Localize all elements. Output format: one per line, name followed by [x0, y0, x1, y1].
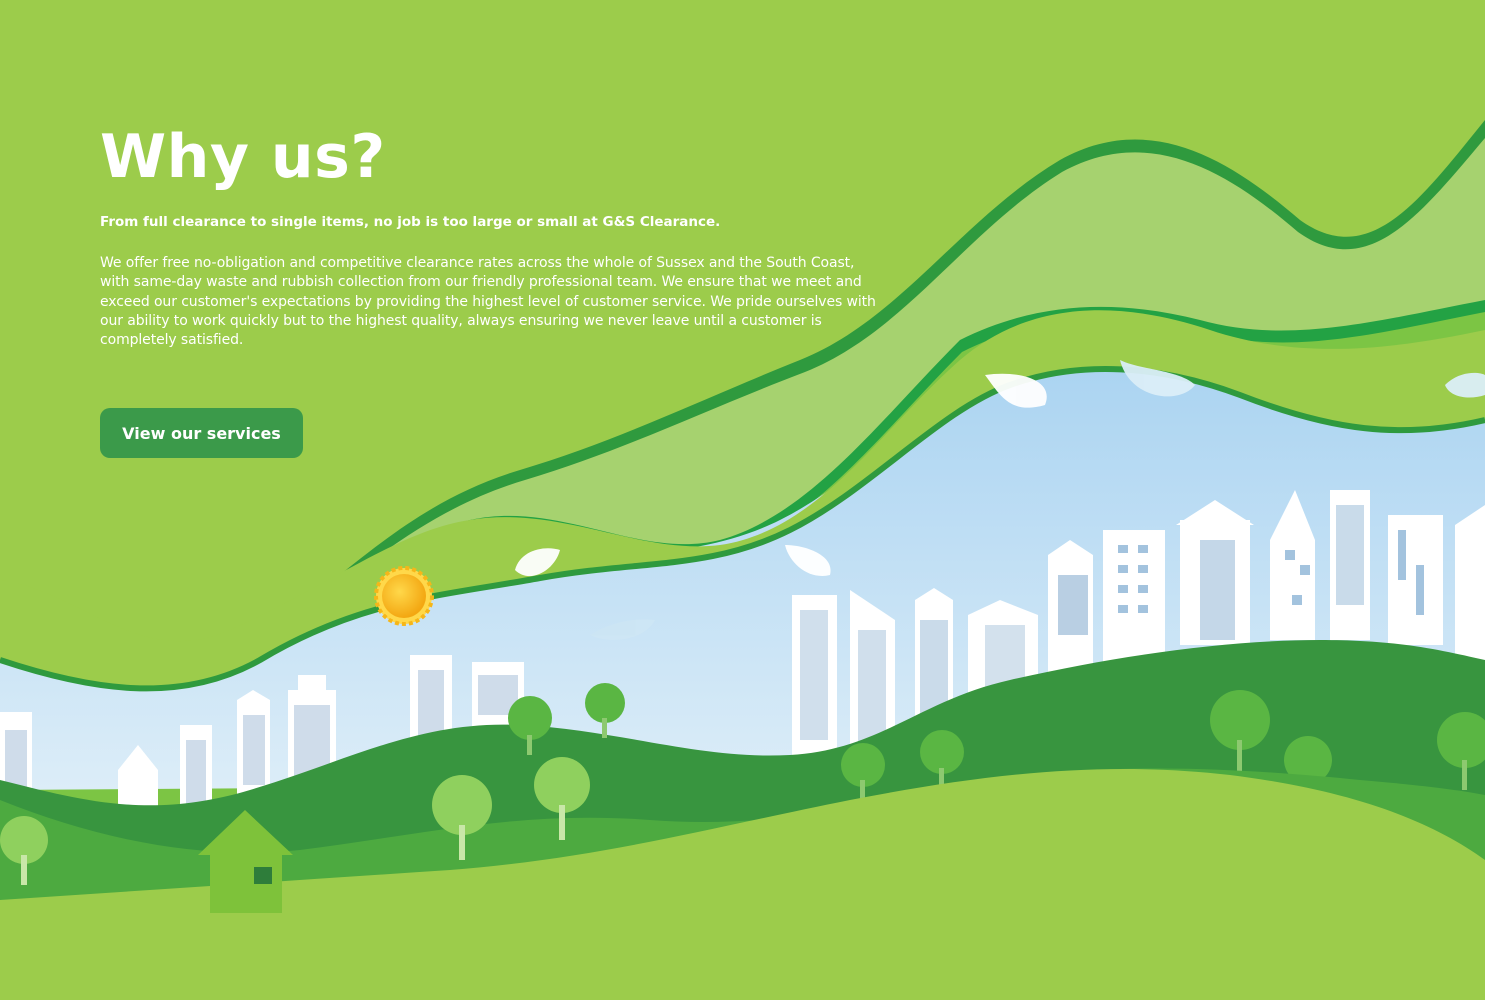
section-title: Why us? — [100, 122, 386, 192]
section-body: We offer free no-obligation and competit… — [100, 255, 876, 349]
section-subtitle: From full clearance to single items, no … — [100, 214, 721, 230]
sun-icon — [374, 566, 434, 626]
view-services-button[interactable]: View our services — [100, 408, 303, 458]
